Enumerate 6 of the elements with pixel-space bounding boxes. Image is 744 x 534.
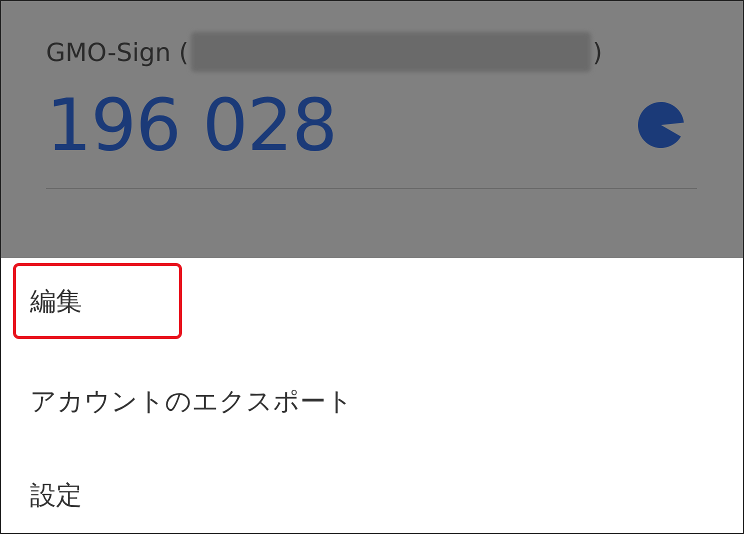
one-time-code: 196 028 bbox=[46, 83, 337, 167]
closing-parenthesis: ) bbox=[592, 38, 602, 66]
account-name: GMO-Sign ( bbox=[46, 38, 189, 66]
menu-item[interactable]: アカウントのエクスポート bbox=[1, 354, 353, 448]
menu-item[interactable]: 設定 bbox=[1, 448, 82, 533]
menu-item[interactable]: 編集 bbox=[13, 263, 182, 339]
